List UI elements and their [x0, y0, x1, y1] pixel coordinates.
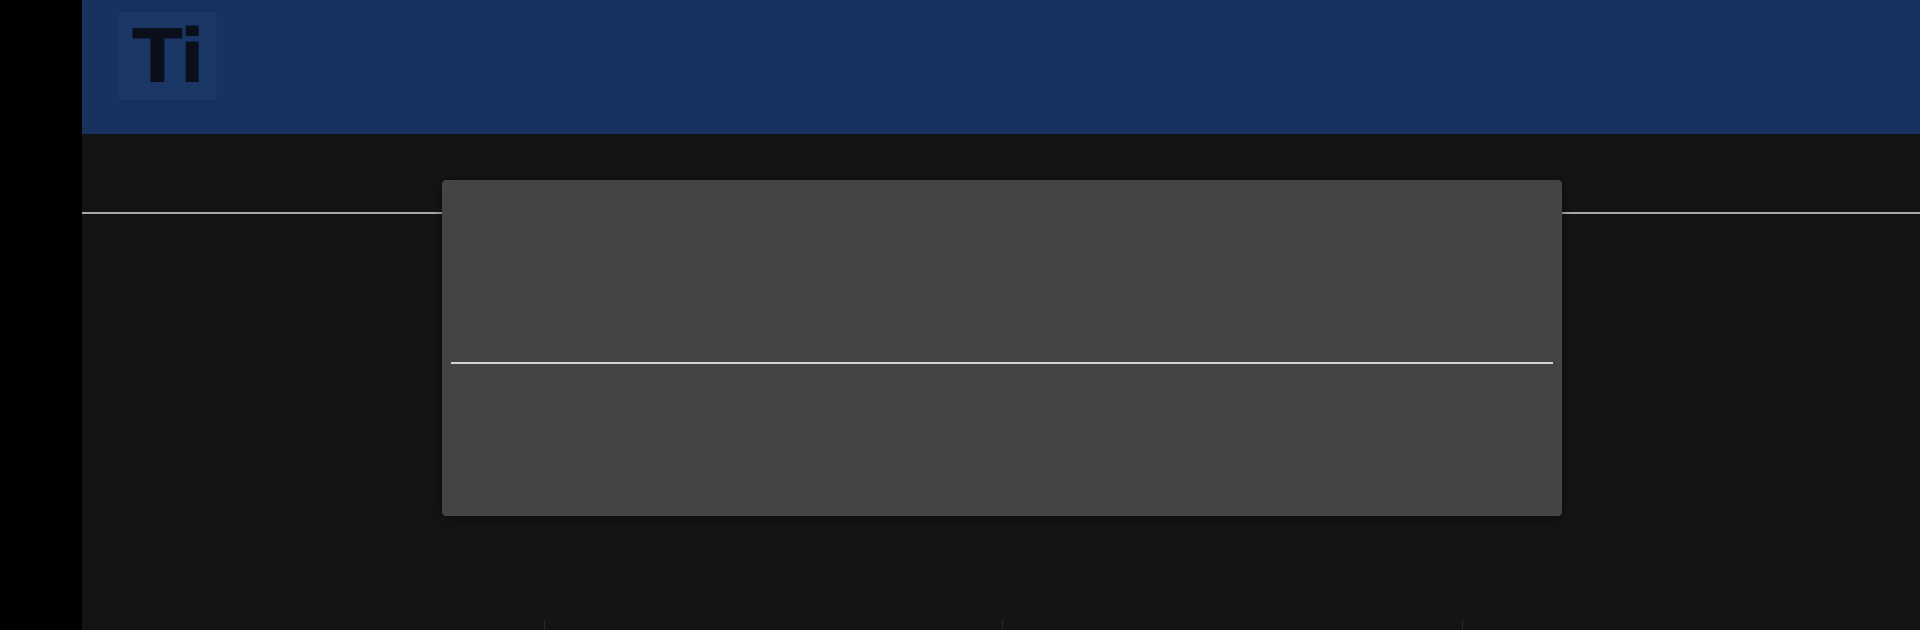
tick-1	[544, 620, 545, 630]
bottom-ticks	[82, 620, 1920, 630]
left-bezel	[0, 0, 82, 630]
dialog-title-area	[442, 180, 1562, 362]
screen: Ti	[0, 0, 1920, 630]
tick-3	[1462, 620, 1463, 630]
dialog	[442, 180, 1562, 516]
tick-2	[1002, 620, 1003, 630]
dialog-action-area	[1102, 400, 1522, 500]
app-logo-icon[interactable]: Ti	[117, 12, 217, 100]
app-window: Ti	[82, 0, 1920, 630]
dialog-divider	[451, 362, 1553, 364]
logo-text: Ti	[132, 14, 205, 100]
app-header: Ti	[82, 0, 1920, 134]
